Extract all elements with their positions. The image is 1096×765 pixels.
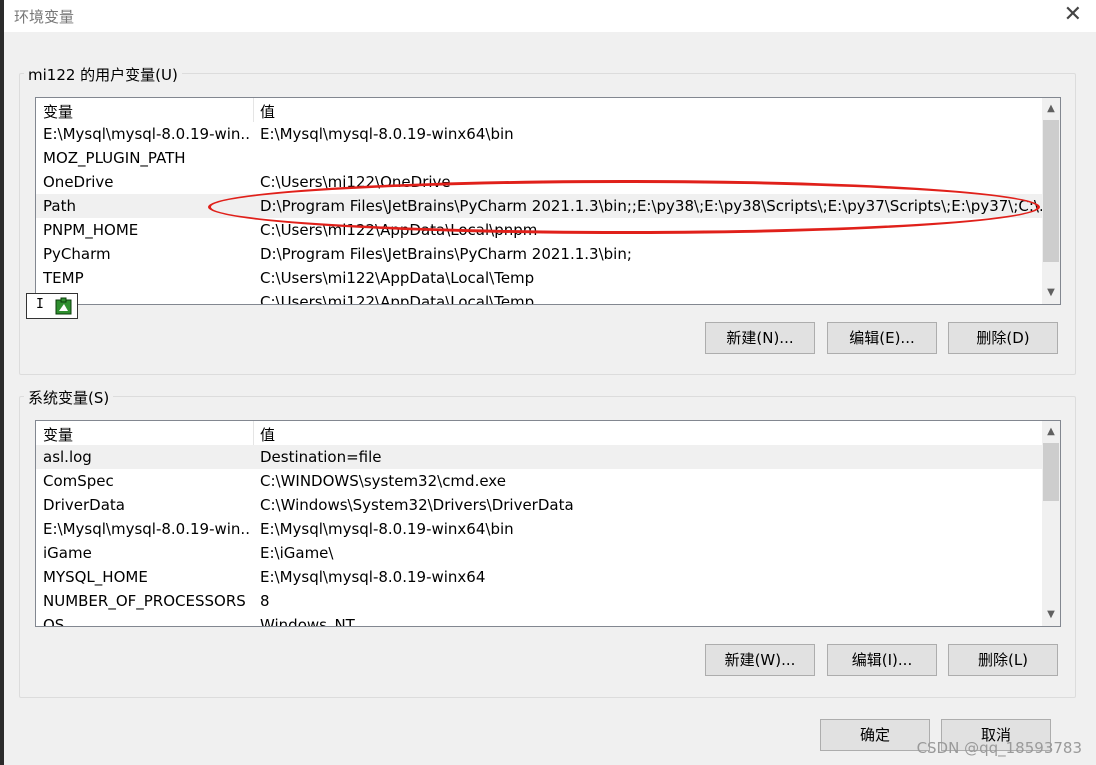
text-cursor-icon: I: [36, 297, 44, 312]
variable-value: C:\Users\mi122\AppData\Local\Temp: [260, 269, 535, 287]
variable-value: C:\Users\mi122\OneDrive: [260, 173, 451, 191]
list-item[interactable]: MYSQL_HOME E:\Mysql\mysql-8.0.19-winx64: [36, 565, 1042, 589]
variable-value: C:\Users\mi122\AppData\Local\pnpm: [260, 221, 538, 239]
variable-value: Destination=file: [260, 448, 382, 466]
window-title: 环境变量: [14, 8, 75, 26]
system-variables-label: 系统变量(S): [24, 387, 114, 408]
variable-name: PNPM_HOME: [43, 221, 139, 239]
list-item[interactable]: NUMBER_OF_PROCESSORS 8: [36, 589, 1042, 613]
variable-name: Path: [43, 197, 76, 215]
ok-button[interactable]: 确定: [820, 719, 930, 751]
variable-value: C:\Users\mi122\AppData\Local\Temp: [260, 293, 535, 305]
list-item[interactable]: ComSpec C:\WINDOWS\system32\cmd.exe: [36, 469, 1042, 493]
close-icon[interactable]: ✕: [1064, 2, 1082, 28]
list-item[interactable]: TMP C:\Users\mi122\AppData\Local\Temp: [36, 290, 1042, 305]
variable-value: 8: [260, 592, 270, 610]
new-system-variable-button[interactable]: 新建(W)...: [705, 644, 815, 676]
green-puzzle-icon: [55, 297, 72, 315]
variable-name: TEMP: [43, 269, 84, 287]
variable-name: MYSQL_HOME: [43, 568, 148, 586]
column-header-variable[interactable]: 变量: [43, 101, 73, 122]
variable-value: D:\Program Files\JetBrains\PyCharm 2021.…: [260, 197, 1042, 215]
edit-system-variable-button[interactable]: 编辑(I)...: [827, 644, 937, 676]
list-item[interactable]: E:\Mysql\mysql-8.0.19-win... E:\Mysql\my…: [36, 122, 1042, 146]
delete-user-variable-button[interactable]: 删除(D): [948, 322, 1058, 354]
variable-name: OneDrive: [43, 173, 114, 191]
column-divider[interactable]: [253, 98, 254, 122]
list-item[interactable]: PyCharm D:\Program Files\JetBrains\PyCha…: [36, 242, 1042, 266]
title-bar: 环境变量 ✕: [4, 0, 1096, 32]
variable-value: Windows_NT: [260, 616, 355, 627]
system-list-header: 变量 值: [36, 421, 1042, 445]
list-item-path[interactable]: Path D:\Program Files\JetBrains\PyCharm …: [36, 194, 1042, 218]
variable-value: C:\Windows\System32\Drivers\DriverData: [260, 496, 574, 514]
list-item[interactable]: MOZ_PLUGIN_PATH: [36, 146, 1042, 170]
list-item[interactable]: OneDrive C:\Users\mi122\OneDrive: [36, 170, 1042, 194]
new-user-variable-button[interactable]: 新建(N)...: [705, 322, 815, 354]
user-variables-list[interactable]: 变量 值 E:\Mysql\mysql-8.0.19-win... E:\Mys…: [35, 97, 1061, 305]
variable-name: E:\Mysql\mysql-8.0.19-win...: [43, 520, 251, 538]
variable-value: D:\Program Files\JetBrains\PyCharm 2021.…: [260, 245, 632, 263]
list-item[interactable]: DriverData C:\Windows\System32\Drivers\D…: [36, 493, 1042, 517]
user-list-scrollbar[interactable]: ▲ ▼: [1042, 98, 1060, 304]
list-item[interactable]: E:\Mysql\mysql-8.0.19-win... E:\Mysql\my…: [36, 517, 1042, 541]
list-item[interactable]: iGame E:\iGame\: [36, 541, 1042, 565]
variable-name: OS: [43, 616, 65, 627]
scroll-down-icon[interactable]: ▼: [1042, 284, 1060, 302]
variable-name: NUMBER_OF_PROCESSORS: [43, 592, 246, 610]
scroll-up-icon[interactable]: ▲: [1042, 100, 1060, 118]
scroll-thumb[interactable]: [1043, 443, 1059, 501]
system-list-scrollbar[interactable]: ▲ ▼: [1042, 421, 1060, 626]
system-list-rows: asl.log Destination=file ComSpec C:\WIND…: [36, 445, 1042, 626]
scroll-up-icon[interactable]: ▲: [1042, 423, 1060, 441]
variable-value: E:\Mysql\mysql-8.0.19-winx64: [260, 568, 486, 586]
system-variables-list[interactable]: 变量 值 asl.log Destination=file ComSpec C:…: [35, 420, 1061, 627]
edit-user-variable-button[interactable]: 编辑(E)...: [827, 322, 937, 354]
variable-name: MOZ_PLUGIN_PATH: [43, 149, 186, 167]
variable-value: C:\WINDOWS\system32\cmd.exe: [260, 472, 506, 490]
variable-value: E:\iGame\: [260, 544, 334, 562]
csdn-watermark: CSDN @qq_18593783: [916, 739, 1082, 757]
list-item[interactable]: OS Windows_NT: [36, 613, 1042, 627]
list-item[interactable]: PNPM_HOME C:\Users\mi122\AppData\Local\p…: [36, 218, 1042, 242]
user-variables-label: mi122 的用户变量(U): [24, 64, 182, 85]
ime-indicator: I: [26, 293, 78, 319]
variable-name: PyCharm: [43, 245, 111, 263]
column-header-variable[interactable]: 变量: [43, 424, 73, 445]
variable-name: iGame: [43, 544, 92, 562]
scroll-thumb[interactable]: [1043, 120, 1059, 262]
user-list-rows: E:\Mysql\mysql-8.0.19-win... E:\Mysql\my…: [36, 122, 1042, 304]
column-header-value[interactable]: 值: [260, 101, 275, 122]
variable-value: E:\Mysql\mysql-8.0.19-winx64\bin: [260, 520, 514, 538]
variable-value: E:\Mysql\mysql-8.0.19-winx64\bin: [260, 125, 514, 143]
variable-name: E:\Mysql\mysql-8.0.19-win...: [43, 125, 251, 143]
column-header-value[interactable]: 值: [260, 424, 275, 445]
list-item[interactable]: TEMP C:\Users\mi122\AppData\Local\Temp: [36, 266, 1042, 290]
variable-name: ComSpec: [43, 472, 114, 490]
variable-name: asl.log: [43, 448, 92, 466]
variable-name: DriverData: [43, 496, 125, 514]
delete-system-variable-button[interactable]: 删除(L): [948, 644, 1058, 676]
scroll-down-icon[interactable]: ▼: [1042, 606, 1060, 624]
list-item[interactable]: asl.log Destination=file: [36, 445, 1042, 469]
user-list-header: 变量 值: [36, 98, 1042, 122]
column-divider[interactable]: [253, 421, 254, 445]
background-window-edge: [0, 0, 4, 765]
